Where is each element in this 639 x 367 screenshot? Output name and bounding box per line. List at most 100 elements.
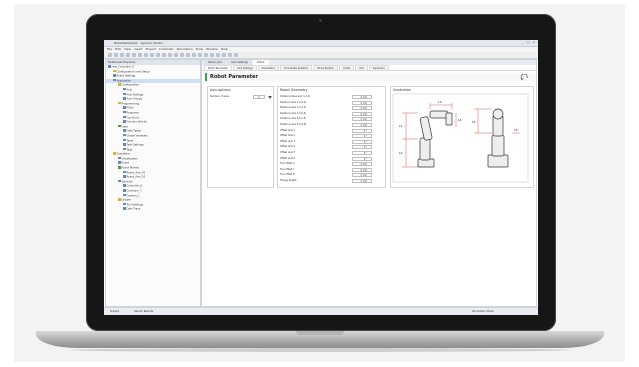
- page-title: Robot Parameter: [205, 73, 536, 81]
- tree-node-icon: [123, 184, 126, 187]
- tree-item-label: Data Trace: [126, 207, 141, 211]
- toolbar: [104, 52, 538, 59]
- geometry-value-input[interactable]: 0 mm: [352, 106, 372, 111]
- tree-node-icon: [113, 152, 116, 155]
- parameter-tab[interactable]: Limits: [339, 65, 355, 70]
- webcam-icon: [319, 19, 322, 22]
- toolbar-button-icon[interactable]: [150, 53, 154, 57]
- geometry-value-input[interactable]: 0 mm: [352, 111, 372, 116]
- tree-item-label: Programs: [126, 111, 139, 115]
- geometry-value-input[interactable]: 0 mm: [352, 95, 372, 99]
- laptop-shadow: [70, 348, 570, 352]
- geometry-row-label: Distance base axis 1 (L1): [280, 95, 311, 98]
- axis-options-title: Axis options: [210, 88, 231, 92]
- geometry-value-input[interactable]: 0 °: [352, 139, 372, 144]
- parameter-tab[interactable]: Kinematics: [257, 65, 279, 70]
- laptop-lid: RobotSample01 - Sysmac Studio _ □ × File…: [86, 14, 556, 331]
- window-titlebar: RobotSample01 - Sysmac Studio _ □ ×: [104, 40, 538, 47]
- geometry-row-label: Distance axis 5-6 (L6): [280, 123, 307, 126]
- search-results-tab[interactable]: Search Results: [134, 310, 153, 313]
- refresh-icon[interactable]: [520, 74, 529, 81]
- toolbar-button-icon[interactable]: [138, 53, 142, 57]
- geometry-value-input[interactable]: 0 mm: [352, 173, 372, 178]
- robot-geometry-title: Robot Geometry: [280, 88, 308, 92]
- toolbar-button-icon[interactable]: [222, 53, 226, 57]
- geometry-value-input[interactable]: 0 mm: [352, 179, 372, 183]
- geometry-value-input[interactable]: 0 °: [352, 145, 372, 150]
- parameter-tab[interactable]: Coordinate Systems: [279, 65, 312, 70]
- maximize-button[interactable]: □: [527, 41, 530, 44]
- toolbar-button-icon[interactable]: [186, 53, 190, 57]
- tree-item-label: Workcell: [121, 180, 133, 184]
- geometry-value-input[interactable]: 0 °: [352, 156, 372, 161]
- toolbar-button-icon[interactable]: [120, 53, 124, 57]
- geometry-value-input[interactable]: 0 °: [352, 151, 372, 155]
- toolbar-button-icon[interactable]: [132, 53, 136, 57]
- tree-node-icon: [108, 65, 111, 68]
- tree-item-label: Application: [116, 79, 132, 83]
- tree-node-icon: [118, 161, 121, 164]
- geometry-row-label: Tool offset Z: [280, 173, 295, 177]
- tree-item-label: Robot Settings: [116, 74, 136, 78]
- tree-node-icon: [123, 97, 126, 100]
- toolbar-button-icon[interactable]: [234, 53, 238, 57]
- toolbar-button-icon[interactable]: [162, 53, 166, 57]
- toolbar-button-icon[interactable]: [192, 53, 196, 57]
- axis-count-select[interactable]: 6: [253, 95, 265, 99]
- geometry-value-input[interactable]: 0 mm: [352, 100, 372, 105]
- tree-item-label: new_Controller_0: [111, 65, 134, 69]
- tree-item-label: Simulation: [116, 152, 131, 156]
- geometry-value-input[interactable]: 0 mm: [352, 123, 372, 127]
- tree-node-icon: [123, 129, 126, 132]
- geometry-value-input[interactable]: 0 °: [352, 128, 372, 133]
- tree-item-label: Visualization: [121, 157, 138, 161]
- parameter-tab[interactable]: Dynamics: [368, 65, 389, 70]
- toolbar-button-icon[interactable]: [108, 53, 112, 57]
- toolbar-button-icon[interactable]: [180, 53, 184, 57]
- tree-item-label: Camera_1: [126, 193, 140, 197]
- tree-node-icon: [123, 175, 126, 178]
- toolbar-button-icon[interactable]: [228, 53, 232, 57]
- toolbar-button-icon[interactable]: [216, 53, 220, 57]
- axis-count-label: Number of axes: [210, 95, 229, 98]
- toolbar-button-icon[interactable]: [204, 53, 208, 57]
- chevron-down-icon[interactable]: [268, 96, 272, 99]
- parameter-tab[interactable]: Tool: [355, 65, 368, 70]
- tree-item-label: POUs: [126, 106, 134, 110]
- tree-item-label: Robot_Arm_02: [126, 175, 146, 179]
- geometry-value-input[interactable]: 0 mm: [352, 117, 372, 122]
- toolbar-button-icon[interactable]: [168, 53, 172, 57]
- dim-label-l2: L2: [399, 151, 403, 155]
- geometry-value-input[interactable]: 0 mm: [352, 167, 372, 172]
- toolbar-button-icon[interactable]: [114, 53, 118, 57]
- geometry-value-input[interactable]: 0 mm: [352, 162, 372, 167]
- tree-item-label: Axis Settings: [126, 92, 144, 96]
- dim-label-l4: L4: [458, 118, 462, 122]
- tree-item-label: Controller_0: [126, 184, 143, 188]
- laptop-screen: RobotSample01 - Sysmac Studio _ □ × File…: [104, 40, 538, 315]
- minimize-button[interactable]: _: [522, 41, 524, 44]
- toolbar-button-icon[interactable]: [144, 53, 148, 57]
- parameter-tab[interactable]: Robot Parameter: [204, 65, 233, 70]
- toolbar-button-icon[interactable]: [198, 53, 202, 57]
- toolbar-button-icon[interactable]: [156, 53, 160, 57]
- tree-node-icon: [118, 179, 121, 183]
- geometry-row-label: Tool offset X: [280, 162, 295, 166]
- tree-item-label: Programming: [121, 102, 139, 105]
- toolbar-button-icon[interactable]: [174, 53, 178, 57]
- axis-options-panel: Axis options Number of axes 6: [207, 86, 274, 188]
- tree-item-label: Axis: [126, 88, 132, 92]
- tree-item-label: Configuration: [121, 83, 140, 87]
- parameter-tab[interactable]: Home Position: [312, 65, 339, 70]
- toolbar-button-icon[interactable]: [126, 53, 130, 57]
- geometry-row-label: Offset axis 2: [280, 134, 296, 138]
- geometry-row-label: Flange height: [280, 179, 297, 182]
- tree-item[interactable]: Data Trace: [106, 207, 200, 212]
- output-tab[interactable]: Output: [110, 310, 119, 313]
- toolbar-button-icon[interactable]: [210, 53, 214, 57]
- close-button[interactable]: ×: [532, 41, 535, 44]
- dim-label-l1: L1: [399, 124, 403, 128]
- tree-item-label: Configurations and Setup: [116, 69, 150, 73]
- parameter-tab[interactable]: Axis Settings: [233, 65, 257, 70]
- geometry-value-input[interactable]: 0 °: [352, 134, 372, 139]
